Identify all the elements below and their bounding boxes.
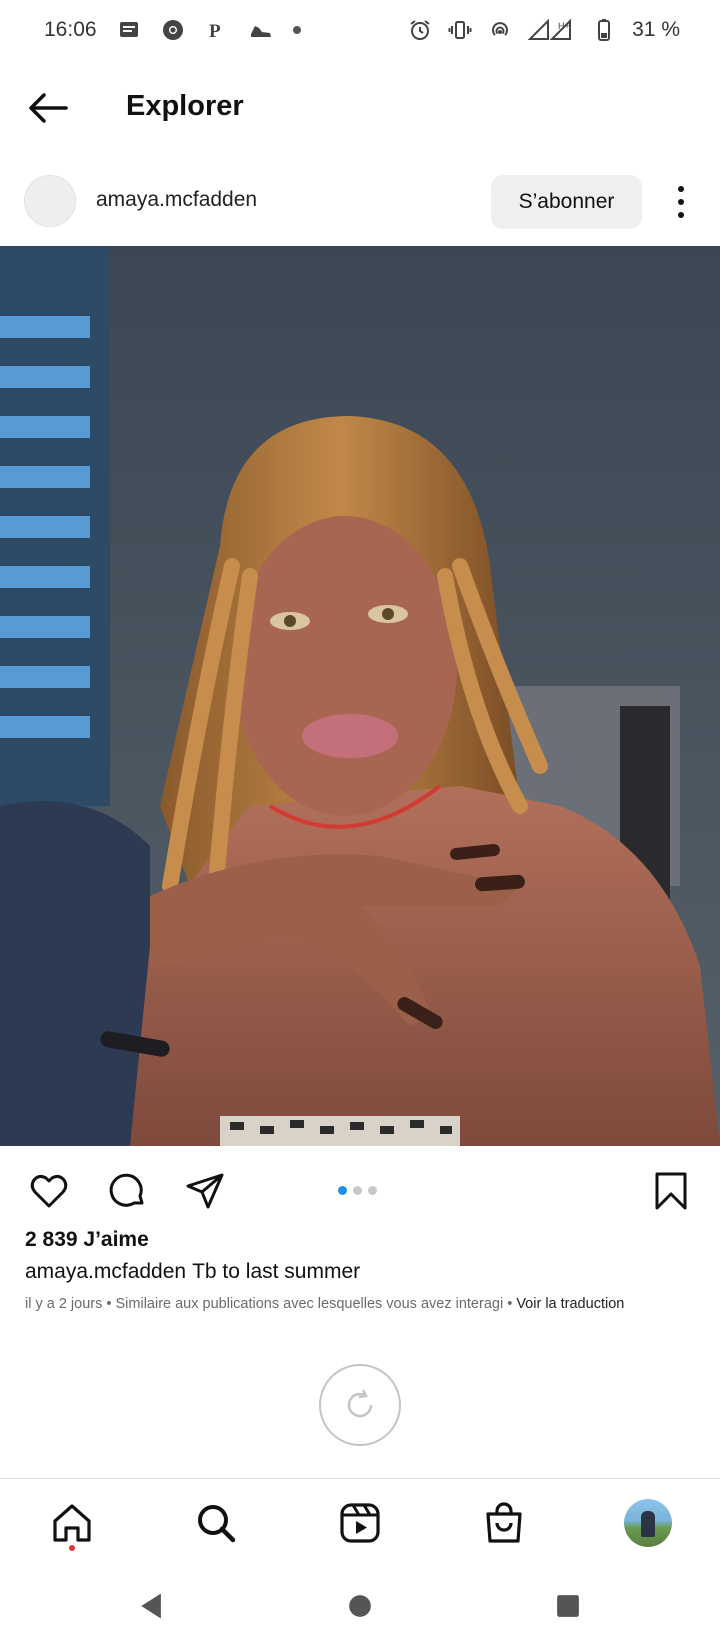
translate-link[interactable]: Voir la traduction bbox=[516, 1296, 624, 1312]
more-dot bbox=[678, 212, 684, 218]
send-icon bbox=[186, 1173, 224, 1209]
parking-icon: P bbox=[205, 18, 229, 42]
comment-icon bbox=[109, 1173, 144, 1207]
shoe-icon bbox=[249, 18, 273, 42]
system-back-button[interactable] bbox=[132, 1588, 172, 1624]
home-icon bbox=[53, 1504, 91, 1542]
svg-text:P: P bbox=[209, 21, 221, 42]
carousel-dot bbox=[353, 1186, 362, 1195]
profile-avatar bbox=[624, 1499, 672, 1547]
signal-icon: H+ bbox=[528, 18, 576, 42]
dot-icon bbox=[292, 26, 301, 34]
home-circle-icon bbox=[349, 1595, 371, 1617]
save-button[interactable] bbox=[648, 1168, 694, 1214]
post-meta: il y a 2 jours • Similaire aux publicati… bbox=[25, 1296, 624, 1312]
author-avatar[interactable] bbox=[24, 175, 76, 227]
page-title: Explorer bbox=[126, 90, 244, 122]
carousel-indicator bbox=[338, 1186, 377, 1195]
carousel-dot bbox=[368, 1186, 377, 1195]
meta-text: il y a 2 jours • Similaire aux publicati… bbox=[25, 1296, 513, 1312]
author-username[interactable]: amaya.mcfadden bbox=[96, 188, 257, 212]
nav-profile[interactable] bbox=[618, 1493, 678, 1553]
system-recents-button[interactable] bbox=[548, 1588, 588, 1624]
caption-text: Tb to last summer bbox=[192, 1260, 361, 1283]
like-button[interactable] bbox=[26, 1168, 72, 1214]
comment-button[interactable] bbox=[104, 1168, 150, 1214]
avatar-figure bbox=[641, 1511, 655, 1537]
back-button[interactable] bbox=[26, 86, 70, 130]
system-home-button[interactable] bbox=[340, 1588, 380, 1624]
reels-icon bbox=[340, 1503, 380, 1543]
chrome-icon bbox=[161, 18, 185, 42]
header: Explorer bbox=[0, 70, 720, 144]
hotspot-icon bbox=[488, 18, 512, 42]
status-time: 16:06 bbox=[44, 18, 97, 41]
nav-shop[interactable] bbox=[474, 1493, 534, 1553]
nav-search[interactable] bbox=[186, 1493, 246, 1553]
more-dot bbox=[678, 199, 684, 205]
post-image-illustration bbox=[0, 246, 720, 1146]
search-icon bbox=[198, 1505, 236, 1543]
nav-reels[interactable] bbox=[330, 1493, 390, 1553]
post-header: amaya.mcfadden S’abonner bbox=[0, 166, 720, 238]
battery-percent: 31 % bbox=[632, 18, 680, 41]
notification-dot bbox=[69, 1545, 75, 1551]
recents-square-icon bbox=[557, 1595, 579, 1617]
status-bar: 16:06 P H+ 31 % bbox=[0, 0, 720, 60]
alarm-icon bbox=[408, 18, 432, 42]
heart-icon bbox=[30, 1174, 68, 1208]
vibrate-icon bbox=[448, 18, 472, 42]
more-dot bbox=[678, 186, 684, 192]
arrow-left-icon bbox=[29, 93, 68, 123]
more-options-button[interactable] bbox=[664, 180, 698, 224]
back-triangle-icon bbox=[141, 1593, 161, 1619]
bookmark-icon bbox=[655, 1172, 687, 1210]
shop-icon bbox=[486, 1502, 522, 1543]
carousel-dot-active bbox=[338, 1186, 347, 1195]
caption: amaya.mcfadden Tb to last summer bbox=[25, 1260, 360, 1284]
post-image[interactable] bbox=[0, 246, 720, 1146]
follow-button[interactable]: S’abonner bbox=[491, 175, 642, 229]
system-navigation bbox=[0, 1570, 720, 1640]
caption-username[interactable]: amaya.mcfadden bbox=[25, 1260, 186, 1283]
network-label: H+ bbox=[558, 21, 570, 31]
bottom-navigation bbox=[0, 1478, 720, 1570]
message-icon bbox=[117, 18, 141, 42]
share-button[interactable] bbox=[182, 1168, 228, 1214]
battery-icon bbox=[592, 18, 616, 42]
nav-home[interactable] bbox=[42, 1493, 102, 1553]
likes-count[interactable]: 2 839 J’aime bbox=[25, 1228, 149, 1252]
reload-button[interactable] bbox=[319, 1364, 401, 1446]
post-actions bbox=[0, 1160, 720, 1220]
refresh-icon bbox=[347, 1389, 373, 1418]
